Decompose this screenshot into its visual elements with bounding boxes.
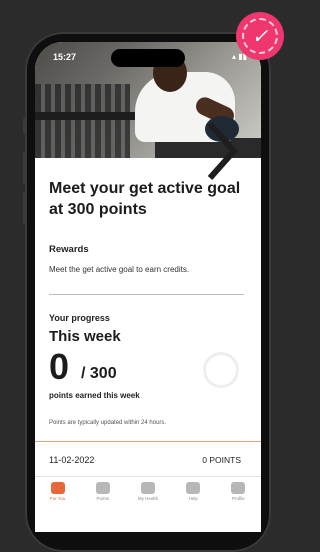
goal-title: Meet your get active goal at 300 points <box>49 180 241 218</box>
tab-for-you[interactable]: For You <box>35 482 80 510</box>
app-screen: 15:27 ▴ ▮▮ Meet your get active goal at … <box>35 42 261 532</box>
bar-chart-icon <box>141 482 155 494</box>
dynamic-island <box>111 49 185 67</box>
tab-label: Help <box>188 496 198 501</box>
progress-current: 0 <box>49 346 70 387</box>
chevron-right-icon[interactable] <box>204 120 240 182</box>
person-icon <box>231 482 246 494</box>
tab-profile[interactable]: Profile <box>216 482 261 510</box>
tab-label: Profile <box>232 496 245 501</box>
progress-heading: Your progress <box>49 313 110 323</box>
tab-points[interactable]: Points <box>80 482 125 510</box>
tab-help[interactable]: Help <box>171 482 216 510</box>
list-icon <box>50 482 65 494</box>
progress-period: This week <box>49 328 121 345</box>
checkmark-signature-icon: ✓ <box>242 18 278 54</box>
shield-icon <box>95 482 110 494</box>
progress-target: / 300 <box>81 365 117 382</box>
rack-shelf <box>35 112 145 120</box>
accent-divider <box>35 441 261 442</box>
badge-icon: ✓ <box>236 12 284 60</box>
tab-my-health[interactable]: My Health <box>125 482 170 510</box>
rewards-heading: Rewards <box>49 244 89 255</box>
summary-points[interactable]: 0 POINTS <box>202 455 241 465</box>
tab-label: Points <box>96 496 110 501</box>
summary-date[interactable]: 11-02-2022 <box>49 455 94 465</box>
tab-label: My Health <box>137 496 159 501</box>
help-icon <box>186 482 201 494</box>
tab-label: For You <box>49 496 66 501</box>
status-time: 15:27 <box>53 52 77 62</box>
rewards-text: Meet the get active goal to earn credits… <box>49 265 190 274</box>
divider <box>49 294 244 295</box>
tab-bar: For You Points My Health Help Profile <box>35 482 261 510</box>
progress-ring <box>203 352 239 388</box>
tabbar-divider <box>35 476 261 477</box>
dumbbell-rack <box>35 84 130 158</box>
update-note: Points are typically updated within 24 h… <box>49 420 167 426</box>
earned-label: points earned this week <box>49 391 140 400</box>
